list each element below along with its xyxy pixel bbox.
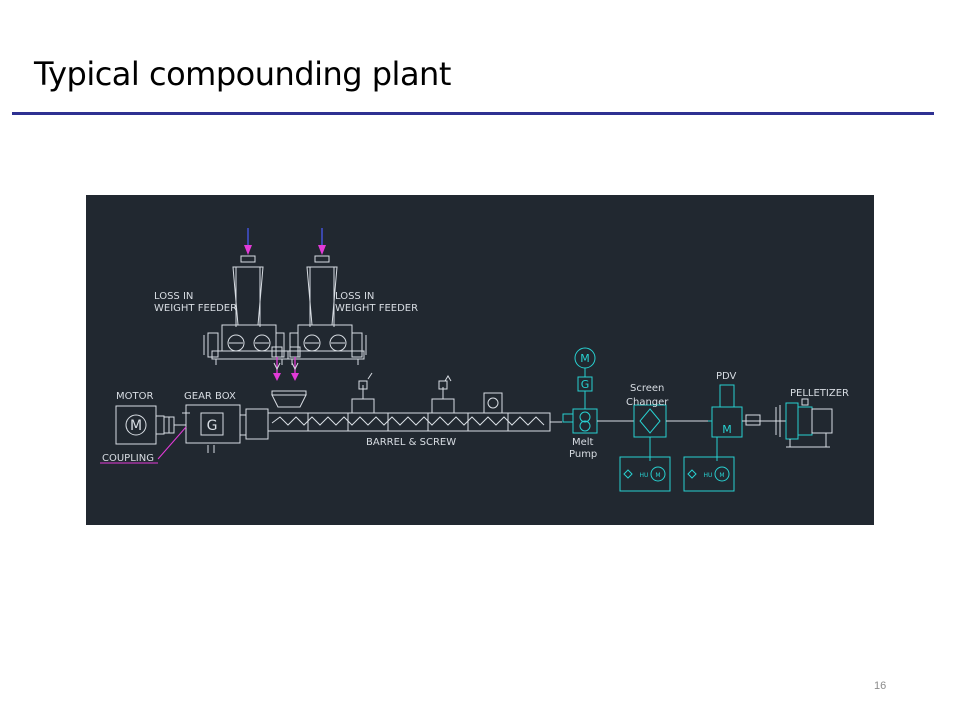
vent-2 [431, 375, 455, 414]
label-screen-2: Changer [626, 397, 669, 408]
gear-box [182, 404, 269, 453]
pump-gear-symbol: G [581, 378, 590, 391]
hu-motor-right: M [719, 472, 724, 479]
title-rule [12, 112, 934, 115]
page-number: 16 [874, 680, 887, 692]
vent-3 [483, 392, 503, 414]
hu-right: HU [704, 472, 713, 479]
label-screen-1: Screen [630, 383, 664, 394]
label-barrel-screw: BARREL & SCREW [366, 437, 456, 448]
label-motor: MOTOR [116, 391, 153, 402]
pump-motor-symbol: M [580, 352, 590, 365]
pelletizer [775, 398, 833, 448]
label-feeder-left-2: WEIGHT FEEDER [154, 303, 237, 314]
pdv [683, 384, 743, 492]
label-feeder-left-1: LOSS IN [154, 291, 193, 302]
hu-motor-left: M [655, 472, 660, 479]
label-pelletizer: PELLETIZER [790, 388, 849, 399]
feeder-left [203, 228, 289, 365]
label-feeder-right-1: LOSS IN [335, 291, 374, 302]
vent-1 [351, 372, 375, 414]
hu-left: HU [640, 472, 649, 479]
motor-symbol: M [130, 418, 142, 434]
label-feeder-right-2: WEIGHT FEEDER [335, 303, 418, 314]
label-gear-box: GEAR BOX [184, 391, 236, 402]
label-melt-1: Melt [572, 437, 594, 448]
label-coupling: COUPLING [102, 453, 154, 464]
barrel-screw [267, 412, 551, 432]
label-pdv: PDV [716, 371, 737, 382]
gear-symbol: G [207, 418, 218, 434]
plant-diagram: LOSS IN WEIGHT FEEDER LOSS IN WEIGHT FEE… [86, 195, 874, 525]
pdv-symbol: M [722, 423, 732, 436]
label-melt-2: Pump [569, 449, 597, 460]
slide-title: Typical compounding plant [34, 55, 451, 93]
